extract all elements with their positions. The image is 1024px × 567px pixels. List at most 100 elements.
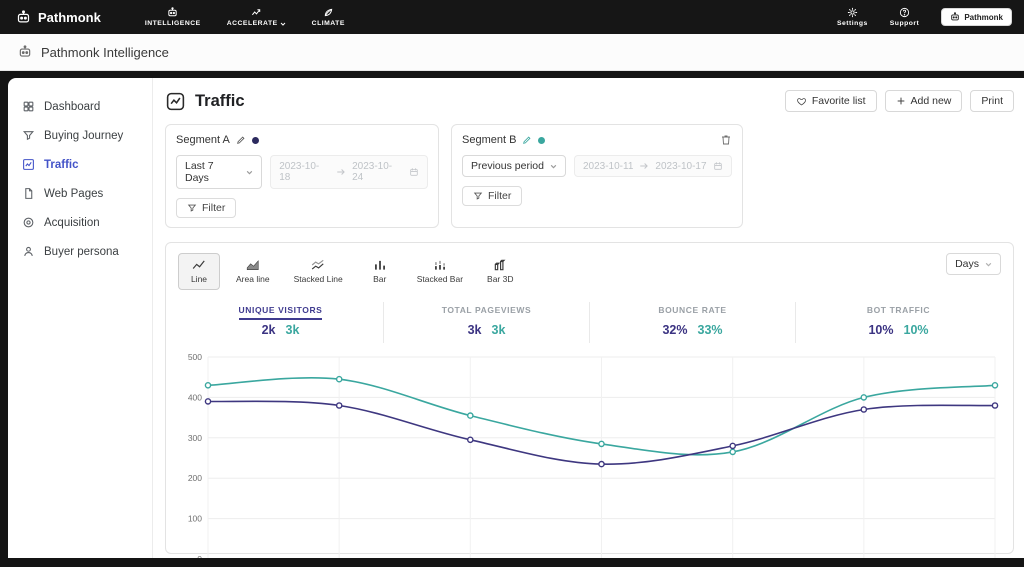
intelligence-icon xyxy=(168,7,177,17)
svg-text:0: 0 xyxy=(197,554,202,558)
account-chip-label: Pathmonk xyxy=(964,12,1003,22)
gear-icon xyxy=(847,7,857,18)
pathmonk-mini-icon xyxy=(951,12,960,21)
funnel-icon xyxy=(22,131,35,141)
sidebar-item-acquisition[interactable]: Acquisition xyxy=(8,208,152,237)
segment-a-header: Segment A xyxy=(176,134,428,146)
segment-b-card: Segment B Previous period 2023-10-11 202… xyxy=(451,124,743,228)
arrow-right-icon xyxy=(640,163,649,169)
brand-logo[interactable]: Pathmonk xyxy=(16,10,101,25)
plus-icon xyxy=(897,97,904,105)
metric-label: BOT TRAFFIC xyxy=(866,305,931,315)
segment-a-filter-row: Filter xyxy=(176,198,428,218)
sidebar-item-traffic[interactable]: Traffic xyxy=(8,150,152,179)
filter-label: Filter xyxy=(488,190,512,202)
segment-b-value: 33% xyxy=(697,323,723,337)
favorite-list-label: Favorite list xyxy=(811,95,866,107)
metric-bot-traffic[interactable]: BOT TRAFFIC 10% 10% xyxy=(795,302,1001,343)
trash-icon[interactable] xyxy=(720,134,732,146)
app-subheader: Pathmonk Intelligence xyxy=(0,34,1024,71)
metric-values: 10% 10% xyxy=(796,323,1001,337)
chart-type-label: Bar xyxy=(373,274,387,284)
metric-label: UNIQUE VISITORS xyxy=(178,305,383,320)
person-icon xyxy=(24,246,33,256)
segment-a-daterange[interactable]: 2023-10-18 2023-10-24 xyxy=(270,155,428,189)
nav-intelligence-label: INTELLIGENCE xyxy=(144,20,201,27)
bar-3d-icon xyxy=(495,259,506,271)
main-header: Traffic Favorite list Add new Print xyxy=(165,90,1014,112)
nav-climate[interactable]: CLIMATE xyxy=(312,7,345,27)
traffic-page-icon xyxy=(166,92,185,110)
chart-type-label: Area line xyxy=(236,274,270,284)
metrics-row: UNIQUE VISITORS 2k 3k TOTAL PAGEVIEWS 3k 3… xyxy=(178,302,1001,343)
bar-chart-icon xyxy=(374,260,385,270)
date-from: 2023-10-11 xyxy=(582,160,634,172)
chart-type-stacked-bar[interactable]: Stacked Bar xyxy=(409,253,471,290)
filter-funnel-icon xyxy=(473,192,483,200)
chart-type-label: Stacked Line xyxy=(293,274,343,284)
traffic-line-chart: 0100200300400500Wed, 18 OctThu, 19 OctFr… xyxy=(188,352,999,558)
svg-text:400: 400 xyxy=(188,392,202,402)
date-to: 2023-10-17 xyxy=(655,160,707,172)
date-to: 2023-10-24 xyxy=(352,161,393,183)
chart-type-bar[interactable]: Bar xyxy=(359,253,401,290)
favorite-list-button[interactable]: Favorite list xyxy=(784,90,877,112)
metric-total-pageviews[interactable]: TOTAL PAGEVIEWS 3k 3k xyxy=(383,302,589,343)
segment-b-value: 3k xyxy=(285,323,300,337)
segment-b-value: 3k xyxy=(491,323,506,337)
segment-b-daterange[interactable]: 2023-10-11 2023-10-17 xyxy=(573,155,732,177)
area-chart-icon xyxy=(246,260,259,270)
main-panel: Traffic Favorite list Add new Print Segm… xyxy=(153,78,1024,558)
traffic-chart-area: 0100200300400500Wed, 18 OctThu, 19 OctFr… xyxy=(178,349,1001,558)
page-title: Traffic xyxy=(195,91,245,110)
pathmonk-intelligence-icon xyxy=(19,45,31,57)
chart-type-label: Stacked Bar xyxy=(416,274,464,284)
edit-pencil-icon[interactable] xyxy=(522,135,532,145)
metric-label: TOTAL PAGEVIEWS xyxy=(441,305,532,315)
chart-type-stacked-line[interactable]: Stacked Line xyxy=(286,253,351,290)
sidebar-item-buying-journey[interactable]: Buying Journey xyxy=(8,121,152,150)
support-button[interactable]: Support xyxy=(890,7,920,27)
chart-type-bar-3d[interactable]: Bar 3D xyxy=(479,253,521,290)
segment-a-range-select[interactable]: Last 7 Days xyxy=(176,155,263,189)
metric-values: 2k 3k xyxy=(178,323,383,337)
sidebar-item-buyer-persona[interactable]: Buyer persona xyxy=(8,237,152,266)
print-button[interactable]: Print xyxy=(970,90,1014,112)
segment-b-filter-button[interactable]: Filter xyxy=(462,186,523,206)
nav-intelligence[interactable]: INTELLIGENCE xyxy=(145,7,201,27)
sidebar-item-label: Buyer persona xyxy=(44,245,119,258)
sidebar-item-web-pages[interactable]: Web Pages xyxy=(8,179,152,208)
add-new-button[interactable]: Add new xyxy=(884,90,963,112)
metric-unique-visitors[interactable]: UNIQUE VISITORS 2k 3k xyxy=(178,302,383,343)
chart-type-area-line[interactable]: Area line xyxy=(228,253,278,290)
stacked-line-icon xyxy=(311,259,324,270)
chart-type-label: Line xyxy=(190,274,208,284)
chart-panel: Line Area line Stacked Line Bar Stacked … xyxy=(165,242,1014,558)
filter-label: Filter xyxy=(202,202,226,214)
edit-pencil-icon[interactable] xyxy=(236,135,246,145)
account-chip[interactable]: Pathmonk xyxy=(941,8,1012,26)
segment-a-color-dot xyxy=(251,136,259,144)
heart-icon xyxy=(796,97,806,105)
svg-text:200: 200 xyxy=(188,473,202,483)
segment-b-value: 10% xyxy=(903,323,929,337)
arrow-right-icon xyxy=(337,169,345,175)
metric-bounce-rate[interactable]: BOUNCE RATE 32% 33% xyxy=(589,302,795,343)
chevron-down-icon xyxy=(246,170,253,174)
nav-climate-label: CLIMATE xyxy=(311,20,345,27)
chart-type-line[interactable]: Line xyxy=(178,253,220,290)
stacked-bar-icon xyxy=(434,260,445,270)
segment-a-filter-button[interactable]: Filter xyxy=(176,198,237,218)
settings-button[interactable]: Settings xyxy=(837,7,868,27)
sidebar-item-dashboard[interactable]: Dashboard xyxy=(8,92,152,121)
svg-text:300: 300 xyxy=(188,433,202,443)
granularity-select[interactable]: Days xyxy=(946,253,1001,275)
nav-accelerate[interactable]: ACCELERATE xyxy=(227,7,286,27)
segment-b-range-select[interactable]: Previous period xyxy=(462,155,566,177)
date-from: 2023-10-18 xyxy=(279,161,320,183)
segment-a-value: 32% xyxy=(662,323,688,337)
nav-accelerate-label: ACCELERATE xyxy=(227,20,286,27)
sidebar-item-label: Traffic xyxy=(44,158,79,171)
segment-b-controls: Previous period 2023-10-11 2023-10-17 xyxy=(462,155,732,177)
segments-row: Segment A Last 7 Days 2023-10-18 2023-10… xyxy=(165,124,1014,228)
